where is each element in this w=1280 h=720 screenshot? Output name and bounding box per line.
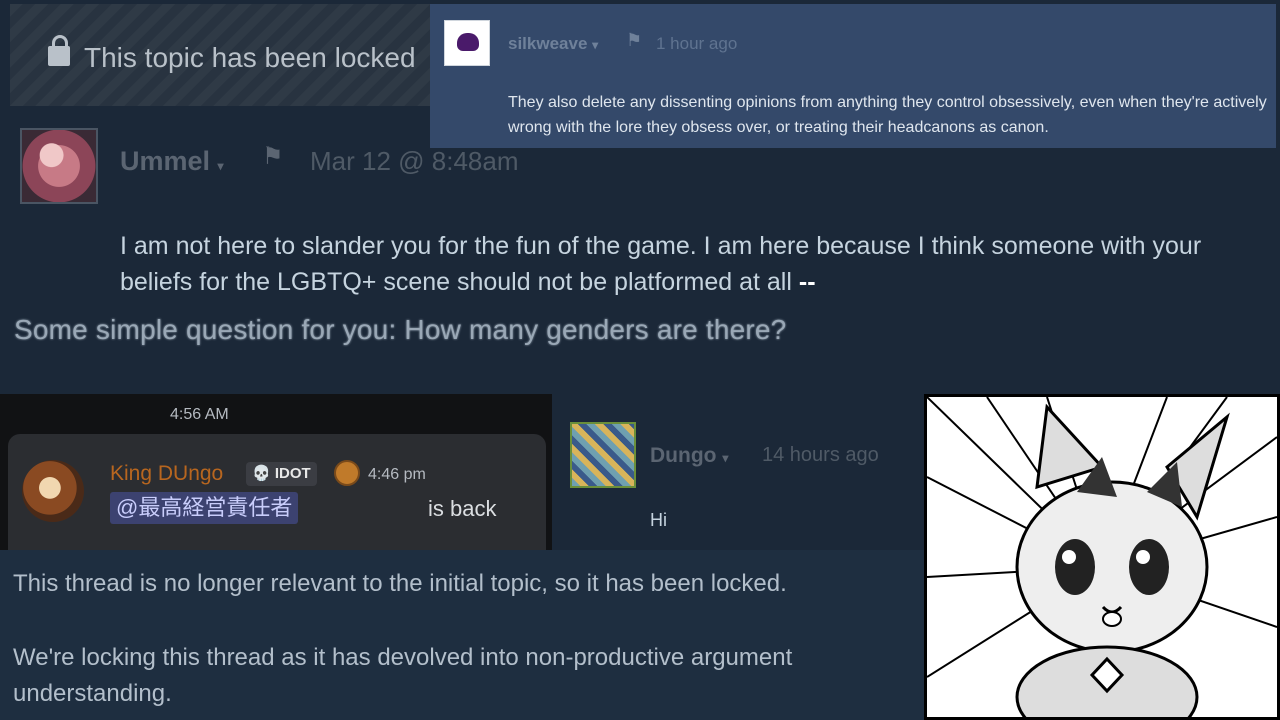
- moderator-message: We're locking this thread as it has devo…: [13, 644, 793, 671]
- manga-illustration: [927, 397, 1277, 717]
- message-time: 4:46 pm: [368, 466, 426, 483]
- spider-icon: [457, 33, 479, 51]
- chevron-down-icon[interactable]: ▾: [592, 38, 598, 52]
- moderator-message: This thread is no longer relevant to the…: [13, 570, 787, 597]
- post-timestamp: 1 hour ago: [656, 34, 738, 53]
- message-time: 4:56 AM: [170, 406, 229, 423]
- moderator-messages: This thread is no longer relevant to the…: [0, 550, 924, 720]
- award-icon[interactable]: ⚑: [262, 142, 284, 171]
- post-body: I am not here to slander you for the fun…: [120, 232, 1202, 296]
- award-icon[interactable]: ⚑: [626, 30, 642, 51]
- author-name[interactable]: silkweave ▾: [508, 34, 598, 54]
- lock-icon: [48, 35, 70, 66]
- locked-text: This topic has been locked: [84, 42, 416, 73]
- chevron-down-icon[interactable]: ▾: [722, 451, 728, 465]
- post-timestamp: 14 hours ago: [762, 444, 879, 466]
- moderator-message: understanding.: [13, 680, 172, 707]
- avatar[interactable]: [444, 20, 490, 66]
- discord-message: King DUngo 💀 IDOT 4:46 pm @最高経営責任者 is ba…: [8, 434, 546, 550]
- chevron-down-icon[interactable]: ▾: [218, 159, 224, 173]
- avatar[interactable]: [22, 460, 84, 522]
- post-timestamp: Mar 12 @ 8:48am: [310, 146, 519, 176]
- post-body: They also delete any dissenting opinions…: [508, 94, 1267, 136]
- dungo-post: Dungo ▾ 14 hours ago Hi: [552, 394, 924, 550]
- avatar[interactable]: [20, 128, 98, 204]
- author-name[interactable]: Dungo ▾: [650, 444, 728, 468]
- ummel-post: Ummel ▾ ⚑ Mar 12 @ 8:48am I am not here …: [0, 108, 1280, 394]
- post-body: Hi: [650, 510, 667, 530]
- silkweave-post: silkweave ▾ ⚑ 1 hour ago They also delet…: [430, 4, 1276, 148]
- user-mention[interactable]: @最高経営責任者: [110, 492, 299, 524]
- author-name[interactable]: Ummel ▾: [120, 146, 224, 177]
- message-text: is back: [428, 496, 497, 521]
- coin-icon: [334, 460, 360, 486]
- discord-panel: 4:56 AM King DUngo 💀 IDOT 4:46 pm @最高経営責…: [0, 394, 552, 550]
- avatar[interactable]: [570, 422, 636, 488]
- locked-banner: This topic has been locked: [10, 4, 430, 106]
- author-name[interactable]: King DUngo: [110, 462, 223, 486]
- post-question: Some simple question for you: How many g…: [14, 314, 787, 345]
- manga-image: [924, 394, 1280, 720]
- role-badge: 💀 IDOT: [246, 462, 317, 486]
